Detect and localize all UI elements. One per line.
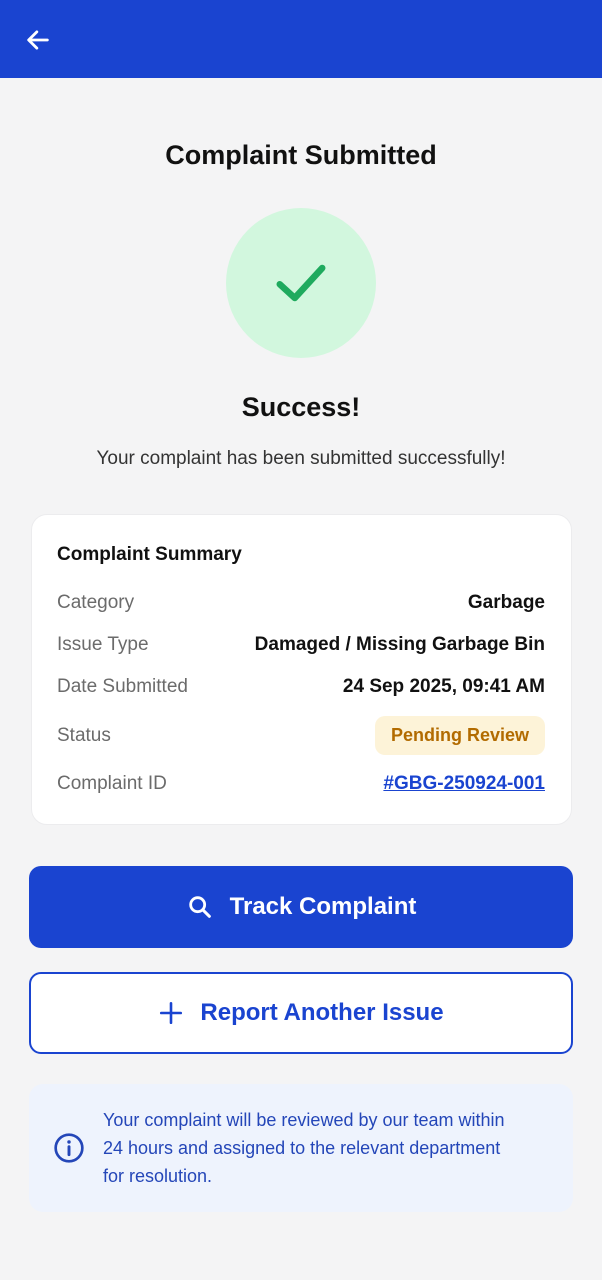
back-button[interactable]	[18, 20, 58, 60]
plus-icon	[160, 1001, 183, 1025]
success-heading: Success!	[241, 392, 361, 422]
report-another-issue-button[interactable]: Report Another Issue	[29, 972, 573, 1054]
app-bar	[0, 0, 602, 78]
summary-row-issue-type: Issue Type Damaged / Missing Garbage Bin	[57, 634, 545, 656]
row-value: Damaged / Missing Garbage Bin	[254, 634, 545, 655]
row-value: Garbage	[467, 592, 545, 613]
success-message: Your complaint has been submitted succes…	[96, 448, 506, 469]
summary-row-complaint-id: Complaint ID #GBG-250924-001	[57, 773, 545, 795]
check-icon	[276, 264, 326, 302]
row-label: Issue Type	[57, 634, 149, 655]
search-icon	[188, 896, 211, 918]
row-value: 24 Sep 2025, 09:41 AM	[342, 676, 545, 697]
info-icon	[54, 1133, 84, 1163]
complaint-id-link[interactable]: #GBG-250924-001	[383, 773, 545, 795]
status-badge: Pending Review	[374, 716, 545, 755]
arrow-left-icon	[27, 30, 49, 50]
info-box: Your complaint will be reviewed by our t…	[29, 1084, 573, 1212]
summary-row-date-submitted: Date Submitted 24 Sep 2025, 09:41 AM	[57, 676, 545, 698]
summary-row-category: Category Garbage	[57, 592, 545, 614]
info-text: Your complaint will be reviewed by our t…	[103, 1110, 505, 1186]
row-label: Status	[57, 724, 111, 746]
track-complaint-label: Track Complaint	[229, 893, 417, 920]
summary-row-status: Status Pending Review	[57, 716, 545, 755]
track-complaint-button[interactable]: Track Complaint	[29, 866, 573, 948]
row-label: Complaint ID	[57, 773, 167, 794]
row-label: Category	[57, 592, 135, 613]
row-label: Date Submitted	[57, 676, 188, 697]
report-another-issue-label: Report Another Issue	[200, 999, 444, 1026]
complaint-summary-card: Complaint Summary Category Garbage Issue…	[31, 514, 572, 825]
summary-title: Complaint Summary	[57, 544, 242, 565]
success-badge	[226, 208, 376, 358]
page-title: Complaint Submitted	[165, 140, 437, 170]
